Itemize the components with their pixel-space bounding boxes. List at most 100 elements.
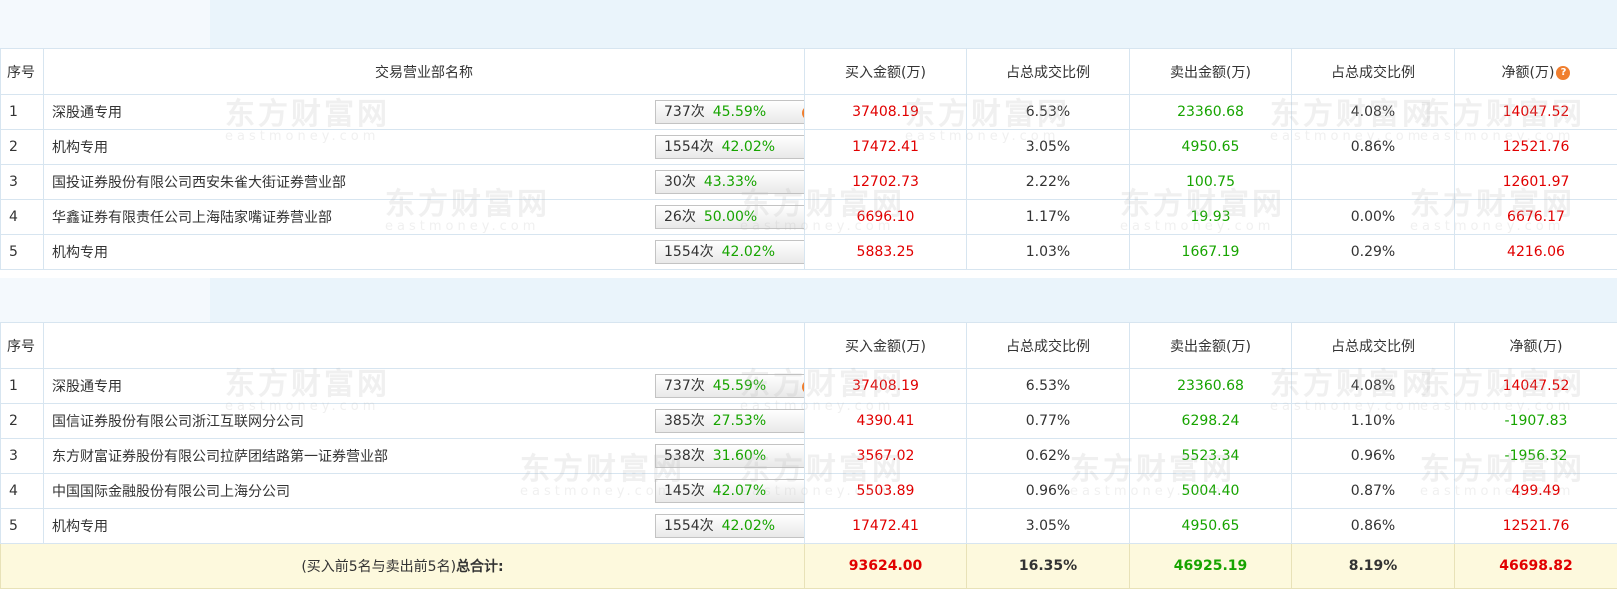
sell-ratio: 4.08% [1291,94,1455,130]
col-header-index: 序号 [0,322,44,369]
branch-stat-button[interactable]: 385次 27.53% [655,409,804,433]
branch-name-cell: 深股通专用 737次 45.59%? [43,94,805,130]
branch-name: 机构专用 [52,140,108,156]
buy-ratio: 3.05% [966,129,1130,165]
buy-ratio: 0.77% [966,403,1130,439]
branch-stat-button[interactable]: 737次 45.59%? [655,100,804,124]
row-index: 2 [0,403,44,439]
row-index: 4 [0,199,44,235]
row-index: 5 [0,234,44,270]
col-header-sell-ratio: 占总成交比例 [1291,48,1455,95]
buy-section-header-band [0,0,1617,48]
branch-name: 机构专用 [52,245,108,261]
help-question-icon[interactable]: ? [802,106,804,120]
branch-name: 东方财富证券股份有限公司拉萨团结路第一证券营业部 [52,449,388,465]
sell-ratio: 1.10% [1291,403,1455,439]
col-header-sell-amount: 卖出金额(万) [1129,322,1292,369]
sell-ratio: 4.08% [1291,368,1455,404]
table-header-row: 序号 交易营业部名称 买入金额(万) 占总成交比例 卖出金额(万) 占总成交比例… [0,48,1617,95]
col-header-net-amount: 净额(万) [1454,322,1617,369]
win-rate: 42.02% [721,518,776,534]
net-amount: 12521.76 [1454,129,1617,165]
table-row: 2 国信证券股份有限公司浙江互联网分公司 385次 27.53% 4390.41 0.77… [0,403,1617,439]
row-index: 1 [0,94,44,130]
buy-amount: 4390.41 [804,403,967,439]
row-index: 4 [0,473,44,509]
net-amount: 14047.52 [1454,94,1617,130]
appearance-count: 737次 [664,378,705,394]
sell-amount: 1667.19 [1129,234,1292,270]
branch-stat-button[interactable]: 1554次 42.02% [655,240,804,264]
total-buy-amount: 93624.00 [804,543,967,589]
branch-name: 国投证券股份有限公司西安朱雀大街证券营业部 [52,175,346,191]
sell-ratio: 0.86% [1291,508,1455,544]
branch-stat-button[interactable]: 1554次 42.02% [655,135,804,159]
sell-amount: 6298.24 [1129,403,1292,439]
buy-amount: 12702.73 [804,164,967,200]
appearance-count: 30次 [664,174,696,190]
branch-name: 机构专用 [52,519,108,535]
table-row: 4 华鑫证券有限责任公司上海陆家嘴证券营业部 26次 50.00% 6696.10 1.1… [0,199,1617,235]
appearance-count: 1554次 [664,518,714,534]
buy-ratio: 6.53% [966,94,1130,130]
table-header-row: 序号 买入金额(万) 占总成交比例 卖出金额(万) 占总成交比例 净额(万) [0,322,1617,369]
col-header-buy-ratio: 占总成交比例 [966,322,1130,369]
win-rate: 50.00% [703,209,758,225]
col-header-branch-name: 交易营业部名称 [43,48,805,95]
branch-stat-button[interactable]: 145次 42.07% [655,479,804,503]
sell-ratio: 0.00% [1291,199,1455,235]
appearance-count: 145次 [664,483,705,499]
buy-amount: 17472.41 [804,129,967,165]
total-buy-ratio: 16.35% [966,543,1130,589]
sell-amount: 23360.68 [1129,368,1292,404]
branch-stat-button[interactable]: 538次 31.60% [655,444,804,468]
buy-top5-table: 序号 交易营业部名称 买入金额(万) 占总成交比例 卖出金额(万) 占总成交比例… [0,48,1617,270]
buy-amount: 17472.41 [804,508,967,544]
branch-stat-button[interactable]: 26次 50.00% [655,205,804,229]
win-rate: 31.60% [712,448,767,464]
buy-ratio: 2.22% [966,164,1130,200]
buy-amount: 37408.19 [804,94,967,130]
sell-ratio: 0.87% [1291,473,1455,509]
sell-amount: 23360.68 [1129,94,1292,130]
col-header-sell-ratio: 占总成交比例 [1291,322,1455,369]
sell-top5-table: 序号 买入金额(万) 占总成交比例 卖出金额(万) 占总成交比例 净额(万) 1… [0,322,1617,589]
sell-amount: 4950.65 [1129,129,1292,165]
branch-stat-button[interactable]: 1554次 42.02% [655,514,804,538]
branch-name: 华鑫证券有限责任公司上海陆家嘴证券营业部 [52,210,332,226]
sell-ratio: 0.86% [1291,129,1455,165]
col-header-index: 序号 [0,48,44,95]
col-header-buy-amount: 买入金额(万) [804,322,967,369]
appearance-count: 538次 [664,448,705,464]
sell-amount: 19.93 [1129,199,1292,235]
win-rate: 27.53% [712,413,767,429]
total-sell-amount: 46925.19 [1129,543,1292,589]
buy-amount: 5883.25 [804,234,967,270]
col-header-buy-amount: 买入金额(万) [804,48,967,95]
buy-ratio: 6.53% [966,368,1130,404]
help-question-icon[interactable]: ? [802,380,804,394]
sell-ratio: 0.96% [1291,438,1455,474]
col-header-buy-ratio: 占总成交比例 [966,48,1130,95]
table-row: 4 中国国际金融股份有限公司上海分公司 145次 42.07% 5503.89 0.96%… [0,473,1617,509]
help-question-icon[interactable]: ? [1556,65,1571,80]
branch-name: 深股通专用 [52,105,122,121]
buy-amount: 3567.02 [804,438,967,474]
buy-ratio: 3.05% [966,508,1130,544]
table-row: 5 机构专用 1554次 42.02% 5883.25 1.03% 1667.19 0.29%… [0,234,1617,270]
win-rate: 45.59% [712,378,767,394]
branch-name: 深股通专用 [52,379,122,395]
col-header-branch-name [43,322,805,369]
branch-name-cell: 机构专用 1554次 42.02% [43,129,805,165]
sell-amount: 100.75 [1129,164,1292,200]
sell-section-header-band [0,278,1617,322]
branch-name-cell: 中国国际金融股份有限公司上海分公司 145次 42.07% [43,473,805,509]
branch-stat-button[interactable]: 737次 45.59%? [655,374,804,398]
branch-stat-button[interactable]: 30次 43.33% [655,170,804,194]
appearance-count: 737次 [664,104,705,120]
win-rate: 42.02% [721,139,776,155]
col-header-net-amount: 净额(万)? [1454,48,1617,95]
net-amount: 6676.17 [1454,199,1617,235]
net-amount: 12601.97 [1454,164,1617,200]
branch-name-cell: 机构专用 1554次 42.02% [43,508,805,544]
